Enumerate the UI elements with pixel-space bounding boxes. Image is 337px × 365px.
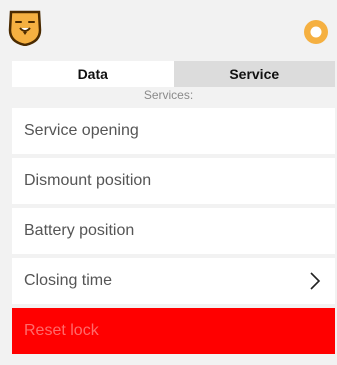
service-opening-label: Service opening — [24, 122, 139, 139]
services-list: Service opening Dismount position Batter… — [12, 108, 335, 358]
reset-lock-button[interactable]: Reset lock — [12, 308, 335, 354]
closing-time-label: Closing time — [24, 272, 113, 289]
dismount-position-label: Dismount position — [24, 172, 152, 189]
tab-bar: Data Service — [12, 61, 335, 87]
top-bar — [0, 0, 337, 60]
section-label: Services: — [143, 88, 194, 102]
chevron-right-icon — [310, 272, 321, 290]
battery-position-label: Battery position — [24, 222, 135, 239]
closing-time-item[interactable]: Closing time — [12, 258, 335, 304]
reset-lock-label: Reset lock — [24, 322, 99, 339]
tab-service[interactable]: Service — [173, 61, 335, 87]
tab-data[interactable]: Data — [12, 61, 174, 87]
service-opening-item[interactable]: Service opening — [12, 108, 335, 154]
dismount-position-item[interactable]: Dismount position — [12, 158, 335, 204]
lion-logo-icon[interactable] — [7, 8, 43, 46]
status-ring-icon[interactable] — [302, 18, 330, 46]
battery-position-item[interactable]: Battery position — [12, 208, 335, 254]
